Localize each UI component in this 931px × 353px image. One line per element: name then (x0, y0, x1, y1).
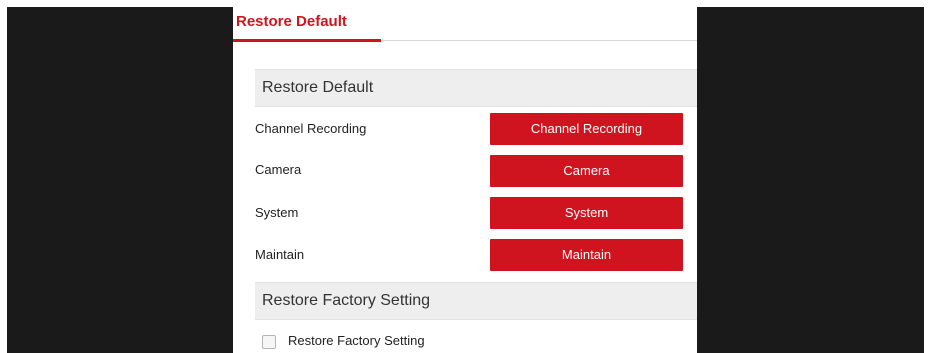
section-title: Restore Default (262, 79, 374, 96)
system-button[interactable]: System (490, 197, 683, 229)
restore-default-panel: Restore Default Restore Default Channel … (233, 7, 697, 353)
letterbox-right (697, 7, 924, 353)
tab-restore-default[interactable]: Restore Default (233, 7, 351, 40)
letterbox-left (7, 7, 233, 353)
camera-button[interactable]: Camera (490, 155, 683, 187)
section-title: Restore Factory Setting (262, 292, 431, 309)
tab-strip: Restore Default (233, 7, 697, 42)
section-header-restore-default: Restore Default (255, 69, 697, 107)
row-label-camera: Camera (255, 162, 302, 177)
screenshot-frame: Restore Default Restore Default Channel … (0, 0, 931, 353)
row-label-maintain: Maintain (255, 247, 305, 262)
restore-factory-checkbox[interactable] (262, 335, 276, 349)
row-label-channel-recording: Channel Recording (255, 121, 367, 136)
restore-factory-checkbox-label[interactable]: Restore Factory Setting (288, 333, 425, 349)
section-header-restore-factory: Restore Factory Setting (255, 282, 697, 320)
active-tab-indicator (233, 39, 381, 42)
maintain-button[interactable]: Maintain (490, 239, 683, 271)
row-label-system: System (255, 205, 299, 220)
channel-recording-button[interactable]: Channel Recording (490, 113, 683, 145)
